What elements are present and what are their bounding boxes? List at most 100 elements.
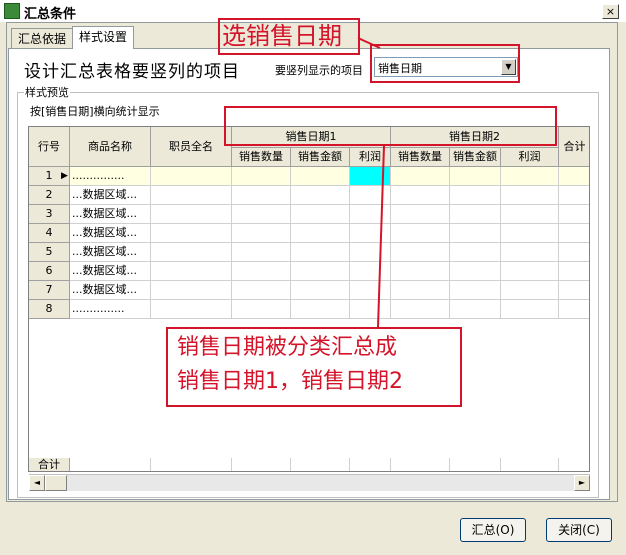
data-cell[interactable]	[232, 167, 291, 186]
data-cell[interactable]	[291, 224, 350, 243]
data-cell[interactable]	[559, 224, 589, 243]
close-button[interactable]: 关闭(C)	[546, 518, 612, 542]
scroll-right-icon[interactable]: ►	[574, 475, 590, 491]
data-cell[interactable]	[291, 243, 350, 262]
data-cell[interactable]	[291, 205, 350, 224]
row-number[interactable]: 8	[29, 300, 70, 319]
data-cell[interactable]	[350, 281, 391, 300]
product-cell[interactable]: ...数据区域...	[70, 224, 151, 243]
product-cell[interactable]: ...数据区域...	[70, 243, 151, 262]
data-cell[interactable]	[450, 224, 501, 243]
scroll-thumb[interactable]	[45, 475, 67, 491]
data-cell[interactable]	[450, 243, 501, 262]
row-number[interactable]: 4	[29, 224, 70, 243]
scroll-left-icon[interactable]: ◄	[29, 475, 45, 491]
data-cell[interactable]	[501, 167, 559, 186]
row-number[interactable]: 1 ▶	[29, 167, 70, 186]
data-cell[interactable]	[291, 300, 350, 319]
data-cell[interactable]	[151, 186, 232, 205]
data-cell[interactable]	[450, 262, 501, 281]
product-cell[interactable]: ...数据区域...	[70, 262, 151, 281]
data-cell[interactable]	[391, 205, 450, 224]
summary-button[interactable]: 汇总(O)	[460, 518, 526, 542]
data-cell[interactable]	[291, 281, 350, 300]
data-cell[interactable]	[501, 281, 559, 300]
row-number[interactable]: 7	[29, 281, 70, 300]
product-cell[interactable]: ...数据区域...	[70, 281, 151, 300]
data-cell[interactable]	[350, 186, 391, 205]
data-cell[interactable]	[232, 281, 291, 300]
data-cell[interactable]	[391, 243, 450, 262]
data-cell[interactable]	[450, 205, 501, 224]
annotation-text-bottom-2: 销售日期1，销售日期2	[177, 369, 403, 394]
product-cell[interactable]: ...数据区域...	[70, 205, 151, 224]
data-cell[interactable]	[350, 167, 391, 186]
data-cell[interactable]	[501, 224, 559, 243]
data-cell[interactable]	[559, 205, 589, 224]
data-cell[interactable]	[450, 300, 501, 319]
data-cell[interactable]	[391, 300, 450, 319]
preview-group-title: 样式预览	[24, 84, 70, 100]
data-cell[interactable]	[232, 224, 291, 243]
footer-cell	[151, 458, 232, 471]
col-sub-amount-2: 销售金额	[450, 148, 501, 167]
close-window-button[interactable]: ×	[602, 4, 619, 19]
footer-total-label: 合计	[29, 458, 70, 471]
data-cell[interactable]	[350, 243, 391, 262]
data-cell[interactable]	[559, 300, 589, 319]
data-cell[interactable]	[501, 262, 559, 281]
data-cell[interactable]	[391, 262, 450, 281]
data-cell[interactable]	[559, 281, 589, 300]
data-cell[interactable]	[232, 205, 291, 224]
data-cell[interactable]	[450, 281, 501, 300]
data-cell[interactable]	[350, 300, 391, 319]
footer-cell	[291, 458, 350, 471]
data-cell[interactable]	[350, 224, 391, 243]
data-cell[interactable]	[151, 262, 232, 281]
data-cell[interactable]	[232, 243, 291, 262]
data-cell[interactable]	[151, 224, 232, 243]
data-cell[interactable]	[501, 205, 559, 224]
data-cell[interactable]	[391, 186, 450, 205]
product-cell[interactable]: ...............	[70, 300, 151, 319]
data-cell[interactable]	[450, 186, 501, 205]
data-cell[interactable]	[232, 300, 291, 319]
product-cell[interactable]: ...............	[70, 167, 151, 186]
footer-cell	[559, 458, 589, 471]
preview-grid[interactable]: 行号 商品名称 职员全名 销售日期1 销售日期2 合计 销售数量 销售金额 利润…	[28, 126, 590, 472]
tab-summary-basis[interactable]: 汇总依据	[11, 28, 74, 48]
data-cell[interactable]	[501, 243, 559, 262]
annotation-text-top: 选销售日期	[222, 22, 342, 50]
row-number[interactable]: 3	[29, 205, 70, 224]
data-cell[interactable]	[501, 300, 559, 319]
vertical-item-label: 要竖列显示的项目	[275, 64, 363, 77]
data-cell[interactable]	[151, 167, 232, 186]
data-cell[interactable]	[501, 186, 559, 205]
row-number[interactable]: 6	[29, 262, 70, 281]
col-header-product: 商品名称	[70, 127, 151, 167]
data-cell[interactable]	[559, 243, 589, 262]
tab-style-settings[interactable]: 样式设置	[72, 26, 135, 49]
data-cell[interactable]	[391, 281, 450, 300]
data-cell[interactable]	[559, 262, 589, 281]
data-cell[interactable]	[151, 243, 232, 262]
data-cell[interactable]	[350, 205, 391, 224]
data-cell[interactable]	[350, 262, 391, 281]
data-cell[interactable]	[291, 262, 350, 281]
data-cell[interactable]	[291, 167, 350, 186]
row-number[interactable]: 5	[29, 243, 70, 262]
data-cell[interactable]	[232, 186, 291, 205]
horizontal-scrollbar[interactable]: ◄ ►	[29, 474, 590, 491]
data-cell[interactable]	[391, 167, 450, 186]
data-cell[interactable]	[291, 186, 350, 205]
data-cell[interactable]	[151, 300, 232, 319]
row-number[interactable]: 2	[29, 186, 70, 205]
product-cell[interactable]: ...数据区域...	[70, 186, 151, 205]
data-cell[interactable]	[450, 167, 501, 186]
data-cell[interactable]	[391, 224, 450, 243]
data-cell[interactable]	[232, 262, 291, 281]
data-cell[interactable]	[559, 186, 589, 205]
data-cell[interactable]	[151, 281, 232, 300]
data-cell[interactable]	[151, 205, 232, 224]
data-cell[interactable]	[559, 167, 589, 186]
